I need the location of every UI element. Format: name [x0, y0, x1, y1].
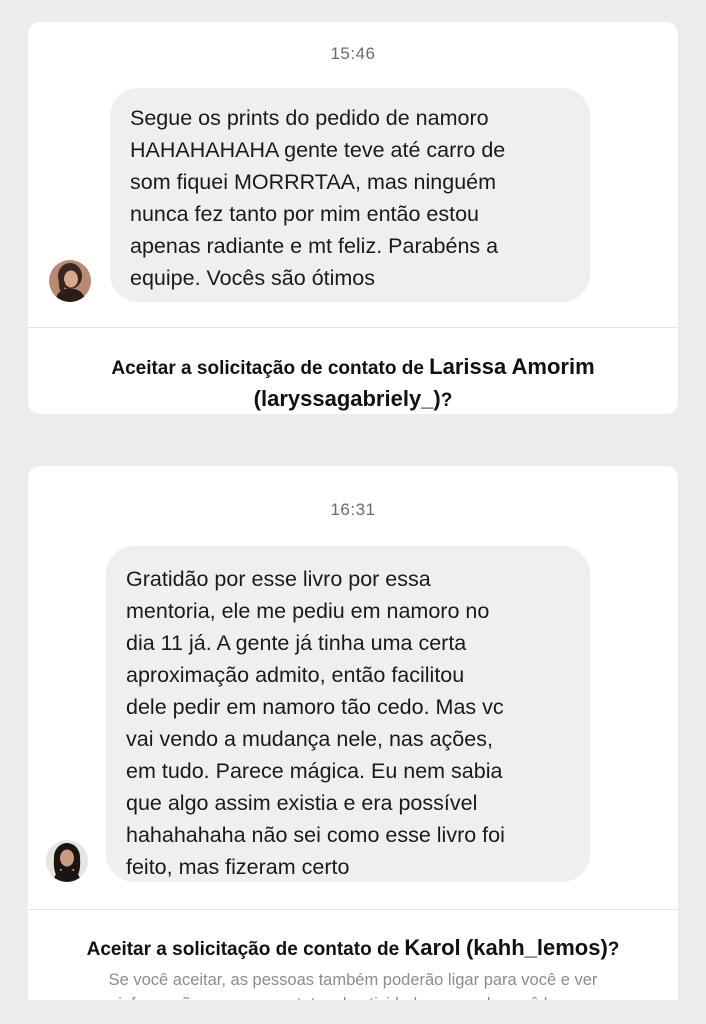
- message-line: som fiquei MORRRTAA, mas ninguém: [130, 170, 497, 194]
- message-line: aproximação admito, então facilitou: [126, 663, 465, 687]
- contact-name: Larissa Amorim: [429, 354, 595, 379]
- divider: [28, 327, 678, 328]
- message-line: dele pedir em namoro tão cedo. Mas vc: [126, 695, 504, 719]
- prompt-text: Aceitar a solicitação de contato de: [86, 939, 400, 960]
- disclaimer-line: informações como seu status de atividade…: [28, 992, 678, 1000]
- contact-handle: (laryssagabriely_): [253, 386, 441, 411]
- contact-name: Karol: [404, 935, 461, 960]
- contact-request-prompt: Aceitar a solicitação de contato de Lari…: [28, 352, 678, 414]
- message-line: HAHAHAHAHA gente teve até carro de: [130, 138, 506, 162]
- prompt-question-mark: ?: [440, 390, 453, 411]
- sender-avatar[interactable]: [46, 840, 88, 882]
- divider: [28, 909, 678, 910]
- message-line: que algo assim existia e era possível: [126, 791, 478, 815]
- message-bubble[interactable]: Segue os prints do pedido de namoro HAHA…: [110, 88, 590, 302]
- prompt-text: Aceitar a solicitação de contato de: [111, 358, 424, 379]
- message-line: mentoria, ele me pediu em namoro no: [126, 599, 490, 623]
- message-line: equipe. Vocês são ótimos: [130, 266, 376, 290]
- message-line: Gratidão por esse livro por essa: [126, 567, 431, 591]
- disclaimer-line: Se você aceitar, as pessoas também poder…: [108, 971, 598, 989]
- message-request-card: 15:46 Segue os prints do pedido de namor…: [28, 22, 678, 414]
- sender-avatar[interactable]: [49, 260, 91, 302]
- message-request-card: 16:31 Gratidão por esse livro por essa m…: [28, 466, 678, 1000]
- message-line: vai vendo a mudança nele, nas ações,: [126, 727, 493, 751]
- contact-handle: (kahh_lemos): [465, 935, 608, 960]
- message-line: hahahahaha não sei como esse livro foi: [126, 823, 505, 847]
- contact-request-prompt: Aceitar a solicitação de contato de Karo…: [28, 933, 678, 965]
- message-timestamp: 16:31: [330, 500, 376, 519]
- message-line: dia 11 já. A gente já tinha uma certa: [126, 631, 467, 655]
- message-line: apenas radiante e mt feliz. Parabéns a: [130, 234, 499, 258]
- prompt-question-mark: ?: [607, 939, 620, 960]
- message-line: em tudo. Parece mágica. Eu nem sabia: [126, 759, 503, 783]
- message-timestamp: 15:46: [330, 44, 376, 63]
- message-bubble[interactable]: Gratidão por esse livro por essa mentori…: [106, 546, 590, 882]
- message-line: feito, mas fizeram certo: [126, 855, 350, 879]
- message-line: Segue os prints do pedido de namoro: [130, 106, 489, 130]
- message-line: nunca fez tanto por mim então estou: [130, 202, 479, 226]
- contact-request-disclaimer: Se você aceitar, as pessoas também poder…: [28, 968, 678, 1000]
